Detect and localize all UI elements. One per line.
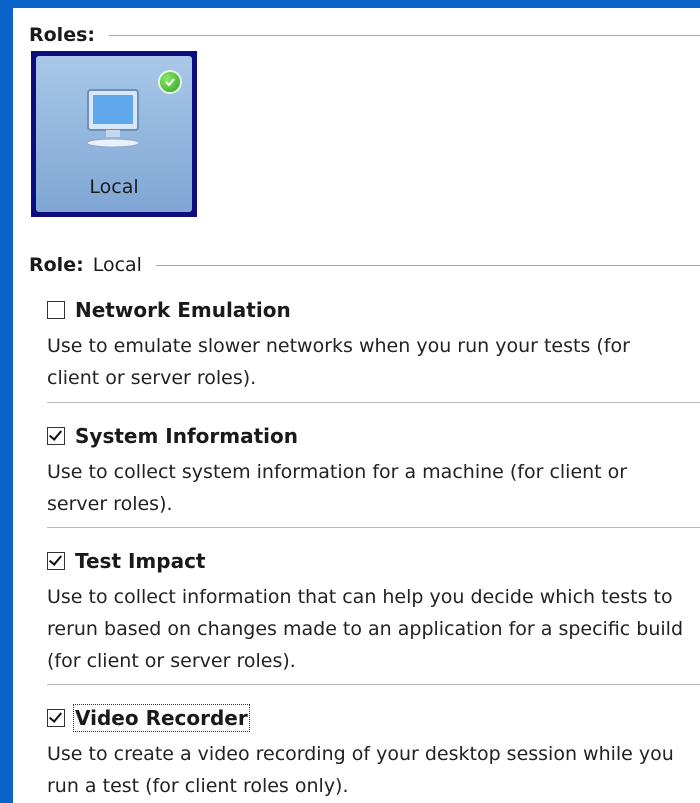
option-divider	[47, 527, 700, 528]
option-video-recorder: Video Recorder Use to create a video rec…	[47, 704, 687, 802]
data-diagnostics-panel: Roles: Local Role: Local Network Emulati…	[13, 8, 700, 803]
monitor-icon	[86, 89, 140, 148]
system-information-checkbox[interactable]	[47, 427, 65, 445]
option-network-emulation: Network Emulation Use to emulate slower …	[47, 296, 687, 394]
option-title: Test Impact	[75, 549, 206, 573]
roles-section-header: Roles:	[29, 22, 700, 48]
network-emulation-checkbox[interactable]	[47, 301, 65, 319]
test-impact-checkbox[interactable]	[47, 552, 65, 570]
option-title: System Information	[75, 424, 298, 448]
option-test-impact: Test Impact Use to collect information t…	[47, 547, 687, 677]
option-divider	[47, 684, 700, 685]
option-description: Use to collect system information for a …	[47, 461, 628, 515]
role-value: Local	[92, 254, 142, 276]
roles-divider	[109, 34, 700, 36]
option-divider	[47, 402, 700, 403]
role-divider	[155, 264, 700, 266]
roles-label: Roles:	[29, 24, 95, 46]
video-recorder-checkbox[interactable]	[47, 709, 65, 727]
role-label: Role:	[29, 254, 84, 276]
role-tile-label: Local	[89, 176, 139, 198]
option-description: Use to emulate slower networks when you …	[47, 335, 630, 389]
option-description: Use to create a video recording of your …	[47, 743, 674, 797]
role-tile-body: Local	[36, 56, 192, 212]
option-title: Network Emulation	[75, 298, 291, 322]
option-system-information: System Information Use to collect system…	[47, 422, 687, 520]
green-check-icon	[158, 70, 182, 94]
option-title: Video Recorder	[73, 704, 250, 732]
option-description: Use to collect information that can help…	[47, 586, 683, 672]
role-section-header: Role: Local	[29, 252, 700, 278]
role-tile-local[interactable]: Local	[31, 51, 197, 217]
